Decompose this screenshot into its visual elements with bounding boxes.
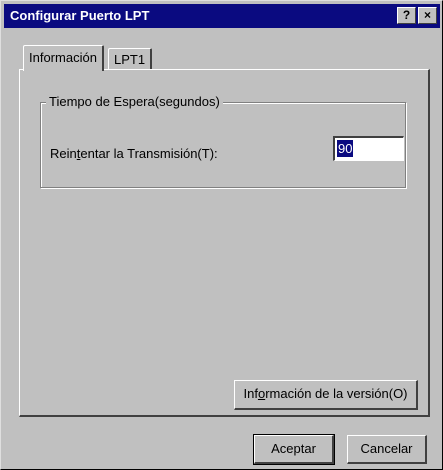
title-bar[interactable]: Configurar Puerto LPT ? ×	[4, 4, 440, 28]
help-button[interactable]: ?	[397, 7, 416, 24]
ok-button[interactable]: Aceptar	[253, 434, 335, 465]
retry-transmission-value: 90	[337, 140, 354, 157]
tab-lpt1[interactable]: LPT1	[108, 48, 153, 70]
close-button[interactable]: ×	[418, 7, 437, 24]
retry-transmission-input[interactable]: 90	[333, 136, 404, 161]
tab-panel: Tiempo de Espera(segundos) Reintentar la…	[19, 69, 430, 417]
tab-informacion[interactable]: Información	[23, 45, 104, 71]
cancel-button[interactable]: Cancelar	[347, 435, 427, 464]
tab-lpt1-label: LPT1	[114, 52, 146, 67]
version-info-button[interactable]: Información de la versión(O)	[234, 380, 418, 410]
retry-transmission-label: Reintentar la Transmisión(T):	[50, 146, 218, 161]
window-title: Configurar Puerto LPT	[10, 8, 150, 23]
timeout-group-legend: Tiempo de Espera(segundos)	[46, 94, 223, 109]
dialog-window: Configurar Puerto LPT ? × Información LP…	[0, 0, 443, 470]
tab-informacion-label: Información	[29, 50, 97, 65]
